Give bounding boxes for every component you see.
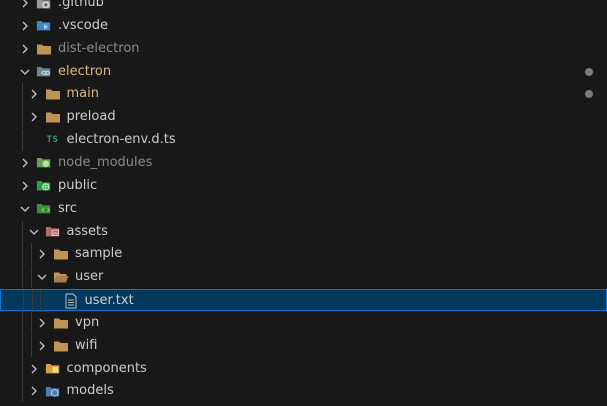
tree-item-node-modules[interactable]: node_modules — [0, 152, 607, 174]
tree-item-label: .github — [58, 0, 104, 10]
tree-item-assets[interactable]: assets — [0, 220, 607, 243]
indent-guide — [22, 334, 23, 357]
tree-item-public[interactable]: public — [0, 175, 607, 197]
indent-guide — [30, 311, 32, 334]
tree-item-vpn[interactable]: vpn — [0, 311, 607, 334]
indent-guide — [30, 334, 32, 357]
chevron-right-icon[interactable] — [27, 110, 41, 124]
tree-item-label: main — [66, 86, 99, 102]
tree-item-label: dist-electron — [58, 40, 140, 56]
tree-item-label: node_modules — [58, 154, 153, 170]
indent-guide — [30, 243, 32, 266]
tree-item-electron-env-d-ts[interactable]: TS electron-env.d.ts — [0, 129, 607, 152]
chevron-right-icon[interactable] — [18, 0, 32, 10]
folder-icon — [53, 338, 69, 354]
tree-item-label: sample — [75, 246, 123, 262]
chevron-down-icon[interactable] — [18, 65, 32, 79]
src-folder-open-icon — [36, 201, 52, 217]
components-folder-icon — [45, 361, 61, 377]
tree-item-wifi[interactable]: wifi — [0, 334, 607, 357]
tree-item-label: electron — [58, 63, 112, 79]
folder-icon — [53, 246, 69, 262]
chevron-right-icon[interactable] — [18, 19, 32, 33]
modified-dot-icon — [585, 67, 593, 76]
indent-guide — [22, 357, 23, 380]
tree-item-label: public — [58, 177, 98, 193]
tree-item-vscode[interactable]: .vscode — [0, 15, 607, 37]
modified-dot-icon — [585, 90, 593, 99]
electron-folder-open-icon — [36, 64, 52, 80]
indent-guide — [40, 290, 41, 313]
indent-guide — [22, 106, 23, 129]
tree-item-preload[interactable]: preload — [0, 106, 607, 129]
tree-item-label: .vscode — [58, 17, 108, 33]
tree-item-label: wifi — [75, 337, 98, 353]
chevron-right-icon[interactable] — [35, 316, 49, 330]
folder-icon — [53, 315, 69, 331]
chevron-right-icon[interactable] — [18, 156, 32, 170]
tree-item-github[interactable]: .github — [0, 0, 607, 14]
tree-item-user-txt[interactable]: user.txt — [0, 289, 607, 313]
ts-badge-label: TS — [46, 135, 59, 146]
tree-item-models[interactable]: models — [0, 380, 607, 403]
tree-item-electron[interactable]: electron — [0, 61, 607, 83]
tree-item-components[interactable]: components — [0, 357, 607, 380]
indent-guide — [22, 83, 23, 106]
tree-item-user[interactable]: user — [0, 266, 607, 289]
chevron-right-icon[interactable] — [27, 87, 41, 101]
indent-guide — [22, 220, 23, 243]
chevron-down-icon[interactable] — [18, 202, 32, 216]
folder-icon — [45, 109, 61, 125]
folder-icon — [36, 41, 52, 57]
tree-item-label: models — [66, 383, 114, 399]
indent-guide — [22, 311, 23, 334]
tree-item-label: preload — [66, 109, 116, 125]
chevron-down-icon[interactable] — [27, 225, 41, 239]
indent-guide — [22, 129, 23, 152]
tree-item-label: user — [75, 269, 104, 285]
tree-item-main[interactable]: main — [0, 83, 607, 106]
typescript-file-icon: TS — [45, 132, 61, 148]
chevron-right-icon[interactable] — [35, 247, 49, 261]
tree-item-label: src — [58, 200, 77, 216]
folder-icon — [45, 86, 61, 102]
tree-item-label: vpn — [75, 314, 100, 330]
vscode-folder-icon — [36, 18, 52, 34]
chevron-right-icon[interactable] — [27, 362, 41, 376]
chevron-right-icon[interactable] — [27, 384, 41, 398]
indent-guide — [22, 243, 23, 266]
chevron-right-icon[interactable] — [18, 179, 32, 193]
assets-folder-open-icon — [45, 224, 61, 240]
file-explorer-tree: .github .vscode dist-electron electron main p… — [0, 0, 607, 406]
indent-guide — [31, 290, 33, 313]
public-folder-icon — [36, 178, 52, 194]
node-modules-folder-icon — [36, 155, 52, 171]
tree-item-sample[interactable]: sample — [0, 243, 607, 266]
tree-item-label: user.txt — [84, 293, 134, 309]
text-file-icon — [63, 293, 79, 309]
tree-item-label: components — [66, 360, 147, 376]
github-folder-icon — [36, 0, 52, 11]
chevron-right-icon[interactable] — [35, 339, 49, 353]
chevron-down-icon[interactable] — [35, 270, 49, 284]
tree-item-label: assets — [66, 223, 108, 239]
indent-guide — [22, 266, 23, 289]
tree-item-dist-electron[interactable]: dist-electron — [0, 38, 607, 60]
tree-item-src[interactable]: src — [0, 198, 607, 220]
tree-item-label: electron-env.d.ts — [66, 132, 176, 148]
chevron-right-icon[interactable] — [18, 42, 32, 56]
folder-open-icon — [53, 269, 69, 285]
indent-guide — [23, 290, 24, 313]
indent-guide — [22, 380, 23, 403]
models-folder-icon — [45, 383, 61, 399]
indent-guide — [30, 266, 32, 289]
